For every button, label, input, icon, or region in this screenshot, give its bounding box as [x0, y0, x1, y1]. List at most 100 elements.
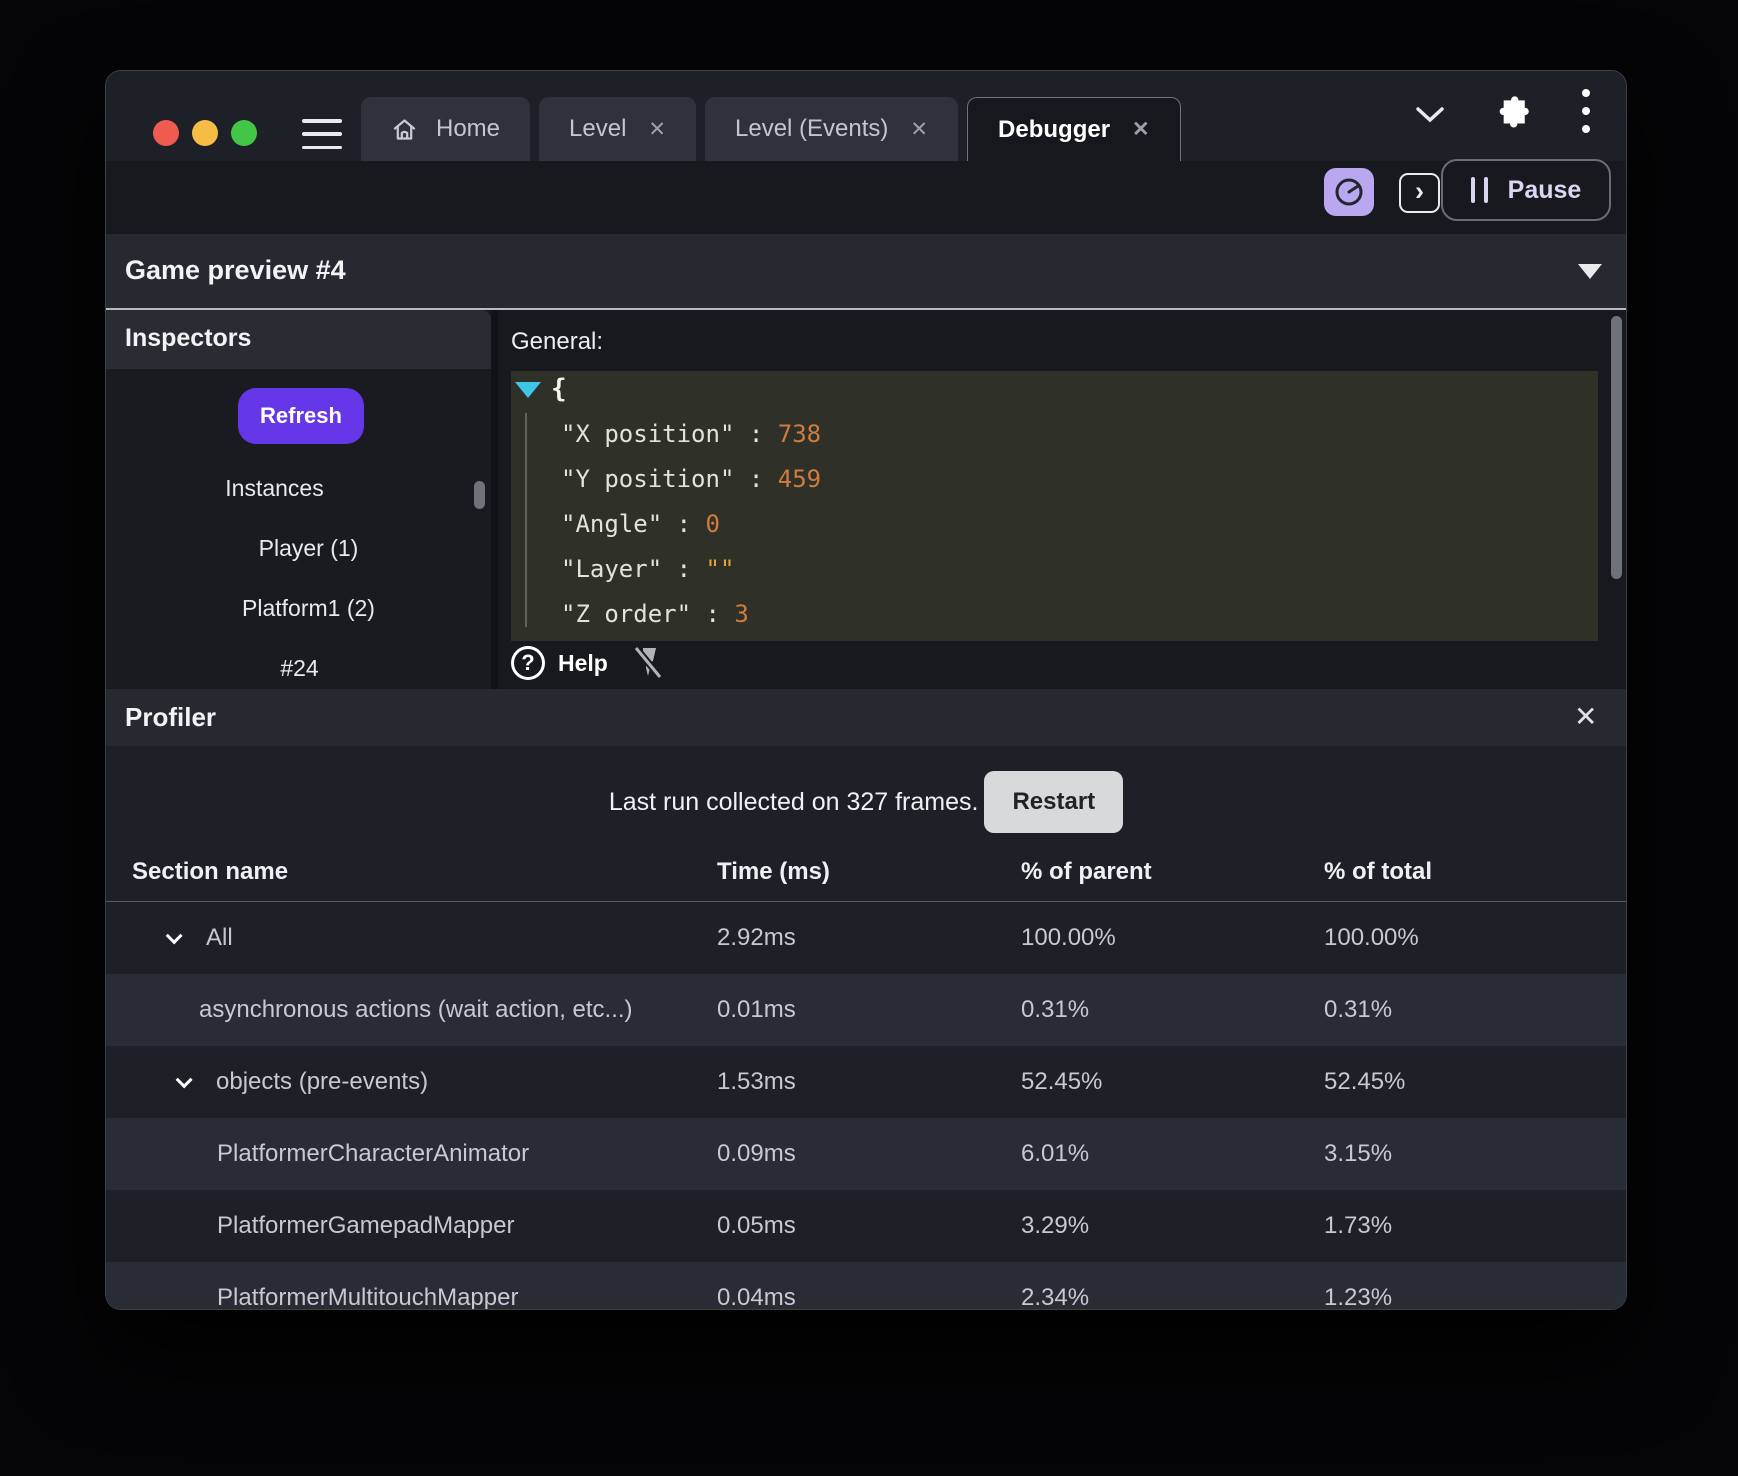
panel-divider	[491, 310, 498, 689]
console-icon[interactable]: ›	[1399, 173, 1440, 213]
profiler-close-icon[interactable]: ✕	[1574, 700, 1597, 733]
refresh-button[interactable]: Refresh	[238, 388, 364, 444]
percent-of-parent-value: 100.00%	[1021, 924, 1116, 951]
tab-bar: Home Level ✕ Level (Events) ✕ Debugger ✕	[361, 97, 1181, 161]
home-icon	[391, 116, 416, 143]
traffic-light-zoom-button[interactable]	[231, 120, 257, 146]
indent-guide	[525, 413, 527, 627]
json-value[interactable]: ""	[706, 555, 735, 583]
profiler-row-objects-pre-events-[interactable]: objects (pre-events) 1.53ms 52.45% 52.45%	[106, 1046, 1626, 1118]
json-key: "Angle" :	[561, 509, 706, 538]
inspectors-title: Inspectors	[125, 324, 252, 352]
screenshot-stage: Home Level ✕ Level (Events) ✕ Debugger ✕ › Pau…	[0, 0, 1738, 1476]
json-lines: "X position" : 738 "Y position" : 459 "Ang…	[561, 411, 821, 636]
traffic-light-close-button[interactable]	[153, 120, 179, 146]
profiler-row-platformercharacteranimator[interactable]: PlatformerCharacterAnimator 0.09ms 6.01% 3.…	[106, 1118, 1626, 1190]
kebab-menu-icon[interactable]	[1582, 89, 1590, 133]
profiler-row-asynchronous-actions-wait-action-etc-[interactable]: asynchronous actions (wait action, etc..…	[106, 974, 1626, 1046]
time-value: 0.01ms	[717, 996, 796, 1023]
percent-of-total-value: 1.23%	[1324, 1284, 1393, 1310]
unpin-icon[interactable]	[631, 644, 665, 682]
percent-of-total-value: 100.00%	[1324, 924, 1419, 951]
inspectors-header: Inspectors	[106, 310, 491, 369]
percent-of-parent-value: 6.01%	[1021, 1140, 1090, 1167]
profiler-row-platformermultitouchmapper[interactable]: PlatformerMultitouchMapper 0.04ms 2.34% 1.2…	[106, 1262, 1626, 1310]
json-open-brace: {	[551, 374, 567, 404]
percent-of-total-value: 0.31%	[1324, 996, 1393, 1023]
percent-of-total-value: 52.45%	[1324, 1068, 1406, 1095]
tab-close-icon[interactable]: ✕	[910, 119, 928, 140]
tab-label: Debugger	[998, 115, 1111, 143]
time-value: 0.04ms	[717, 1284, 796, 1310]
tab-level[interactable]: Level ✕	[539, 97, 697, 161]
percent-of-parent-value: 0.31%	[1021, 996, 1090, 1023]
profiler-row-platformergamepadmapper[interactable]: PlatformerGamepadMapper 0.05ms 3.29% 1.73%	[106, 1190, 1626, 1262]
inspectors-scrollbar-thumb[interactable]	[474, 481, 485, 509]
inspector-item-player-1-[interactable]: Player (1)	[116, 518, 501, 578]
debugger-toolbar: › Pause	[106, 159, 1626, 234]
time-value: 0.05ms	[717, 1212, 796, 1239]
general-panel: General: { "X position" : 738 "Y position…	[498, 310, 1626, 689]
percent-of-total-value: 1.73%	[1324, 1212, 1393, 1239]
row-chevron-icon[interactable]	[165, 927, 183, 945]
game-preview-title: Game preview #4	[125, 255, 346, 285]
section-name: asynchronous actions (wait action, etc..…	[199, 996, 633, 1023]
game-preview-header[interactable]: Game preview #4	[106, 234, 1626, 308]
section-name: PlatformerCharacterAnimator	[217, 1140, 530, 1167]
json-value[interactable]: 0	[706, 510, 720, 538]
time-value: 0.09ms	[717, 1140, 796, 1167]
inspectors-panel: Inspectors Refresh Instances Player (1) Pl…	[106, 310, 491, 689]
json-key: "Z order" :	[561, 599, 735, 628]
percent-of-parent-value: 52.45%	[1021, 1068, 1103, 1095]
percent-of-parent-value: 2.34%	[1021, 1284, 1090, 1310]
column-header-total: % of total	[1324, 858, 1432, 885]
json-value[interactable]: 738	[778, 420, 821, 448]
section-name: PlatformerMultitouchMapper	[217, 1284, 519, 1310]
help-icon[interactable]: ?	[511, 646, 545, 680]
hamburger-menu-icon[interactable]	[302, 119, 342, 149]
tab-close-icon[interactable]: ✕	[648, 119, 666, 140]
section-name: All	[206, 924, 233, 951]
pause-button-label: Pause	[1507, 175, 1582, 204]
json-key: "Layer" :	[561, 554, 706, 583]
profiler-gauge-icon[interactable]	[1324, 168, 1374, 216]
json-line: "Layer" : ""	[561, 546, 821, 591]
tab-home[interactable]: Home	[361, 97, 531, 161]
json-line: "Angle" : 0	[561, 501, 821, 546]
profiler-header: Profiler ✕	[106, 689, 1626, 746]
tree-expand-triangle-icon[interactable]	[515, 382, 541, 398]
column-header-section: Section name	[132, 858, 289, 885]
json-value[interactable]: 459	[778, 465, 821, 493]
restart-button[interactable]: Restart	[984, 771, 1124, 833]
json-inspector: { "X position" : 738 "Y position" : 459 "A…	[511, 371, 1598, 641]
profiler-row-all[interactable]: All 2.92ms 100.00% 100.00%	[106, 902, 1626, 974]
json-key: "X position" :	[561, 419, 778, 448]
app-window: Home Level ✕ Level (Events) ✕ Debugger ✕ › Pau…	[105, 70, 1627, 1310]
chevron-down-icon[interactable]	[1416, 107, 1444, 123]
section-name: PlatformerGamepadMapper	[217, 1212, 515, 1239]
json-line: "Y position" : 459	[561, 456, 821, 501]
inspectors-tree: Instances Player (1) Platform1 (2) #24	[106, 458, 491, 698]
row-chevron-icon[interactable]	[175, 1071, 193, 1089]
percent-of-parent-value: 3.29%	[1021, 1212, 1090, 1239]
help-row: ? Help	[511, 645, 665, 681]
profiler-body: Last run collected on 327 frames. Restar…	[106, 746, 1626, 1310]
general-scrollbar-thumb[interactable]	[1611, 316, 1622, 579]
tab-level-events-[interactable]: Level (Events) ✕	[705, 97, 959, 161]
percent-of-total-value: 3.15%	[1324, 1140, 1393, 1167]
traffic-light-minimize-button[interactable]	[192, 120, 218, 146]
tab-close-icon[interactable]: ✕	[1132, 119, 1150, 140]
tab-debugger[interactable]: Debugger ✕	[967, 97, 1181, 161]
inspector-item-platform1-2-[interactable]: Platform1 (2)	[116, 578, 501, 638]
json-line: "Z order" : 3	[561, 591, 821, 636]
time-value: 1.53ms	[717, 1068, 796, 1095]
pause-icon	[1470, 177, 1488, 203]
help-label[interactable]: Help	[558, 650, 608, 677]
preview-collapse-caret-icon[interactable]	[1578, 264, 1602, 279]
extensions-puzzle-icon[interactable]	[1491, 95, 1529, 131]
profiler-status-row: Last run collected on 327 frames. Restar…	[106, 771, 1626, 833]
json-value[interactable]: 3	[734, 600, 748, 628]
inspector-item-instances[interactable]: Instances	[106, 458, 467, 518]
json-key: "Y position" :	[561, 464, 778, 493]
pause-button[interactable]: Pause	[1441, 159, 1611, 221]
